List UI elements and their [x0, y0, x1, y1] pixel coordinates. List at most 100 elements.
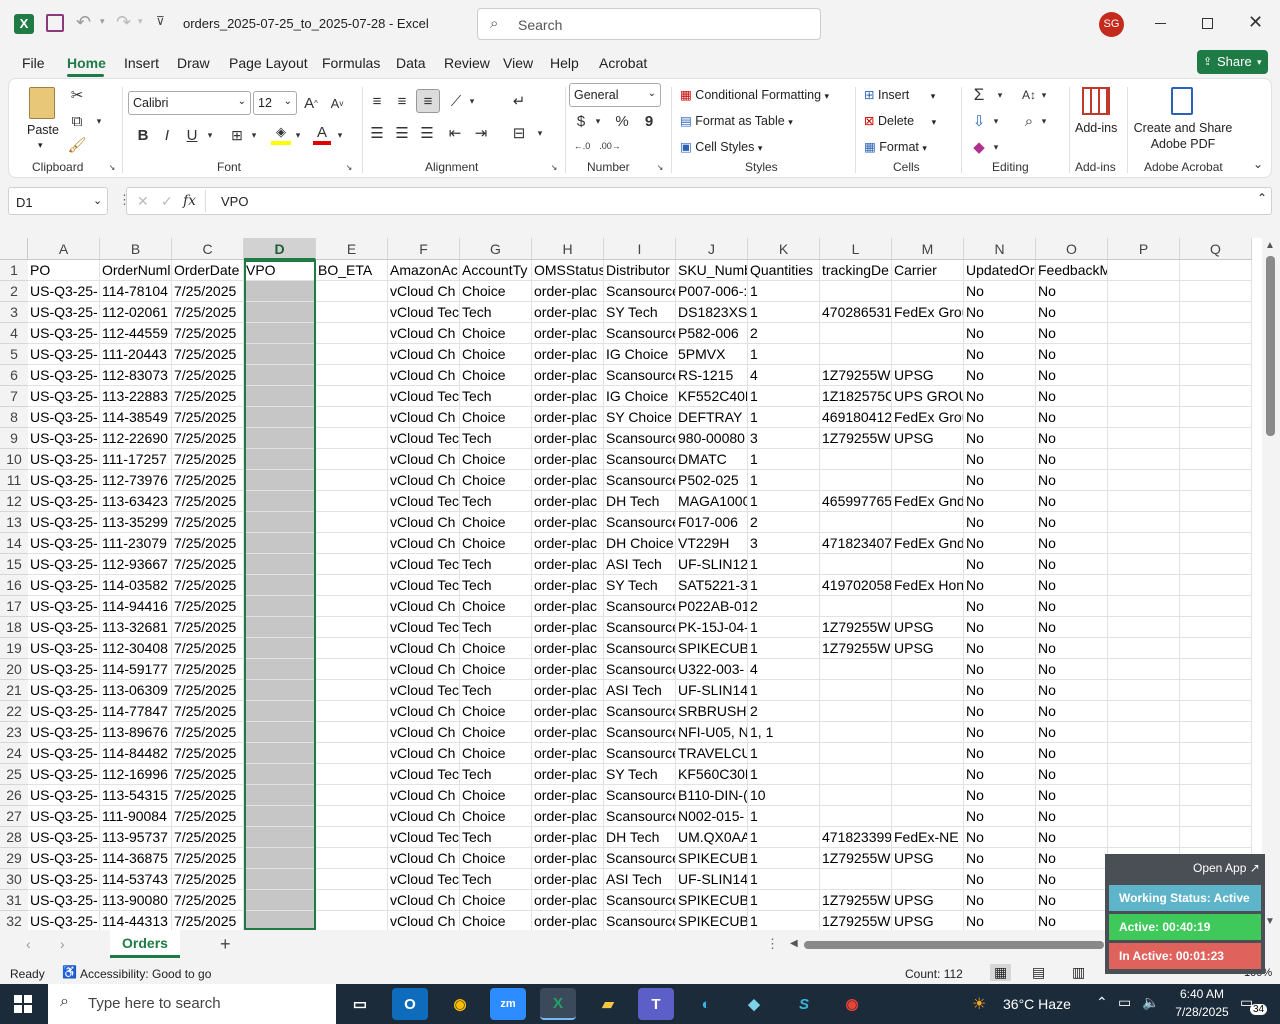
- table-cell[interactable]: [316, 869, 388, 890]
- table-cell[interactable]: [892, 323, 964, 344]
- table-cell[interactable]: VT229H: [676, 533, 748, 554]
- table-cell[interactable]: 114-77847: [100, 701, 172, 722]
- table-cell[interactable]: vCloud Tec: [388, 554, 460, 575]
- table-cell[interactable]: OrderDate: [172, 260, 244, 281]
- table-cell[interactable]: vCloud Ch: [388, 722, 460, 743]
- table-cell[interactable]: No: [1036, 785, 1108, 806]
- delete-cells-button[interactable]: ⊠ Delete ▾: [864, 113, 936, 128]
- search-box[interactable]: ⌕ Search: [477, 8, 821, 40]
- tab-home[interactable]: Home: [67, 55, 106, 71]
- row-header[interactable]: 16: [0, 575, 28, 596]
- avatar[interactable]: SG: [1099, 12, 1124, 37]
- cell-vpo[interactable]: [244, 764, 316, 785]
- table-cell[interactable]: 1Z79255W: [820, 617, 892, 638]
- table-cell[interactable]: order-plac: [532, 596, 604, 617]
- table-cell[interactable]: 7/25/2025: [172, 596, 244, 617]
- align-top-icon[interactable]: ≡: [367, 91, 387, 111]
- autosum-icon[interactable]: Σ: [969, 85, 989, 105]
- table-cell[interactable]: [316, 407, 388, 428]
- table-cell[interactable]: Scansource: [604, 806, 676, 827]
- table-cell[interactable]: order-plac: [532, 533, 604, 554]
- table-cell[interactable]: 113-06309: [100, 680, 172, 701]
- table-cell[interactable]: 113-32681: [100, 617, 172, 638]
- table-cell[interactable]: [1108, 365, 1180, 386]
- table-cell[interactable]: Choice: [460, 281, 532, 302]
- table-cell[interactable]: Choice: [460, 722, 532, 743]
- table-cell[interactable]: [1108, 449, 1180, 470]
- cell-vpo[interactable]: [244, 323, 316, 344]
- table-cell[interactable]: [1108, 533, 1180, 554]
- table-cell[interactable]: [1180, 638, 1252, 659]
- table-cell[interactable]: [1108, 344, 1180, 365]
- table-cell[interactable]: No: [1036, 764, 1108, 785]
- table-cell[interactable]: order-plac: [532, 323, 604, 344]
- table-cell[interactable]: [1108, 407, 1180, 428]
- table-cell[interactable]: vCloud Tec: [388, 302, 460, 323]
- comma-style-icon[interactable]: 9: [639, 111, 659, 131]
- cell-vpo[interactable]: [244, 428, 316, 449]
- insert-function-icon[interactable]: fx: [183, 193, 196, 209]
- italic-icon[interactable]: I: [157, 125, 177, 145]
- table-cell[interactable]: No: [1036, 596, 1108, 617]
- cell-vpo[interactable]: [244, 302, 316, 323]
- table-cell[interactable]: No: [964, 281, 1036, 302]
- redo-icon[interactable]: ↷: [116, 12, 131, 33]
- table-cell[interactable]: [1180, 491, 1252, 512]
- table-cell[interactable]: [1108, 302, 1180, 323]
- table-cell[interactable]: [1108, 428, 1180, 449]
- row-header[interactable]: 5: [0, 344, 28, 365]
- table-cell[interactable]: 114-53743: [100, 869, 172, 890]
- table-cell[interactable]: [892, 680, 964, 701]
- table-cell[interactable]: [1108, 512, 1180, 533]
- table-cell[interactable]: vCloud Ch: [388, 806, 460, 827]
- table-cell[interactable]: [316, 302, 388, 323]
- table-cell[interactable]: vCloud Ch: [388, 701, 460, 722]
- table-cell[interactable]: SPIKECUBE: [676, 848, 748, 869]
- table-cell[interactable]: AccountTy: [460, 260, 532, 281]
- row-header[interactable]: 30: [0, 869, 28, 890]
- table-cell[interactable]: order-plac: [532, 827, 604, 848]
- table-cell[interactable]: No: [1036, 638, 1108, 659]
- table-cell[interactable]: vCloud Ch: [388, 407, 460, 428]
- table-cell[interactable]: [892, 470, 964, 491]
- orientation-icon[interactable]: ⟋: [446, 91, 466, 111]
- cell-vpo[interactable]: [244, 575, 316, 596]
- table-cell[interactable]: order-plac: [532, 575, 604, 596]
- page-break-view-icon[interactable]: ▥: [1072, 964, 1085, 981]
- table-cell[interactable]: 112-83073: [100, 365, 172, 386]
- table-cell[interactable]: 114-59177: [100, 659, 172, 680]
- table-cell[interactable]: [1108, 596, 1180, 617]
- table-cell[interactable]: [316, 743, 388, 764]
- cell-vpo[interactable]: [244, 701, 316, 722]
- table-cell[interactable]: SY Tech: [604, 575, 676, 596]
- scroll-left-icon[interactable]: ◀: [790, 938, 798, 949]
- table-cell[interactable]: Scansource: [604, 638, 676, 659]
- weather-text[interactable]: 36°C Haze: [1003, 996, 1071, 1012]
- tab-help[interactable]: Help: [550, 55, 579, 71]
- table-cell[interactable]: No: [1036, 470, 1108, 491]
- table-cell[interactable]: 113-22883: [100, 386, 172, 407]
- table-cell[interactable]: No: [1036, 890, 1108, 911]
- table-cell[interactable]: [820, 869, 892, 890]
- table-cell[interactable]: [1180, 407, 1252, 428]
- table-cell[interactable]: No: [1036, 512, 1108, 533]
- column-header-c[interactable]: C: [172, 238, 244, 260]
- find-select-dropdown-icon[interactable]: ▾: [1039, 115, 1049, 127]
- table-cell[interactable]: OrderNuml: [100, 260, 172, 281]
- font-size-select[interactable]: 12 ⌄: [253, 91, 297, 115]
- table-cell[interactable]: [820, 470, 892, 491]
- table-cell[interactable]: No: [964, 491, 1036, 512]
- table-cell[interactable]: vCloud Ch: [388, 638, 460, 659]
- table-cell[interactable]: UpdatedOr: [964, 260, 1036, 281]
- format-painter-icon[interactable]: 🖌: [67, 135, 87, 155]
- table-cell[interactable]: US-Q3-25-: [28, 512, 100, 533]
- table-cell[interactable]: 1: [748, 890, 820, 911]
- table-cell[interactable]: US-Q3-25-: [28, 449, 100, 470]
- table-cell[interactable]: 113-63423: [100, 491, 172, 512]
- decrease-font-size-icon[interactable]: Av: [327, 93, 347, 113]
- table-cell[interactable]: [820, 743, 892, 764]
- table-cell[interactable]: 112-02061: [100, 302, 172, 323]
- table-cell[interactable]: FeedbackMessage: [1036, 260, 1108, 281]
- show-hidden-icons-icon[interactable]: ⌃: [1096, 994, 1108, 1011]
- borders-dropdown-icon[interactable]: ▾: [249, 129, 259, 141]
